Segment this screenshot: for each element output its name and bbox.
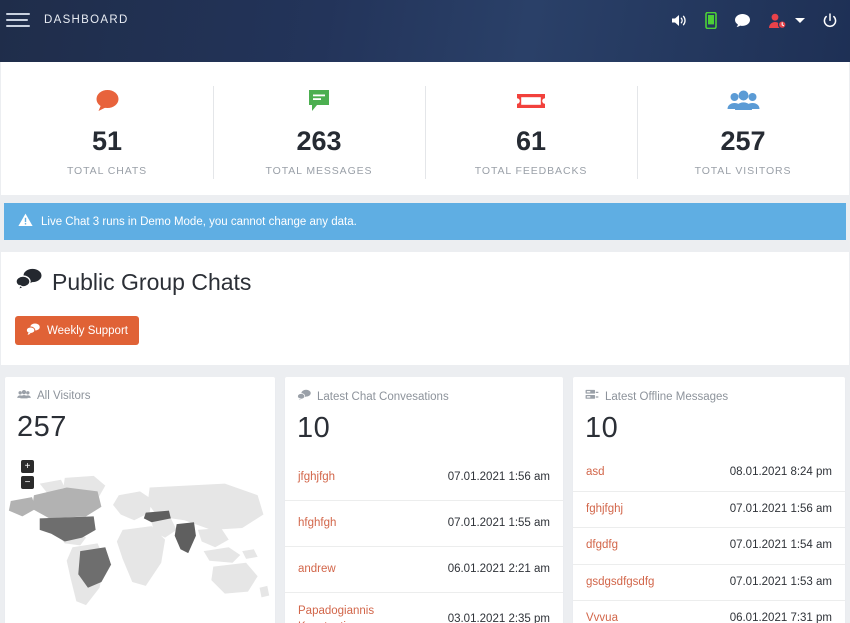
stat-label: TOTAL FEEDBACKS (474, 165, 588, 177)
table-row[interactable]: Vvvua 06.01.2021 7:31 pm (573, 601, 845, 623)
chat-name[interactable]: jfghjfgh (298, 470, 335, 486)
comment-icon[interactable] (734, 13, 751, 28)
panel-header: All Visitors (17, 389, 263, 403)
top-navbar: DASHBOARD (0, 0, 850, 62)
table-row[interactable]: andrew 06.01.2021 2:21 am (285, 547, 563, 593)
alert-text: Live Chat 3 runs in Demo Mode, you canno… (41, 215, 357, 228)
stat-label: TOTAL MESSAGES (265, 165, 373, 177)
page-title: Public Group Chats (15, 268, 835, 296)
warning-triangle-icon (18, 213, 33, 230)
table-row[interactable]: gsdgsdfgsdfg 07.01.2021 1:53 am (573, 565, 845, 602)
demo-mode-alert: Live Chat 3 runs in Demo Mode, you canno… (4, 203, 846, 240)
chat-bubble-icon (1, 86, 213, 116)
page-title-text: Public Group Chats (52, 268, 252, 295)
hamburger-icon[interactable] (6, 13, 30, 27)
panel-all-visitors: All Visitors 257 + − (5, 377, 275, 623)
visitors-map[interactable]: + − (5, 456, 275, 623)
table-row[interactable]: Papadogiannis Konstantinos 03.01.2021 2:… (285, 593, 563, 623)
offline-count: 10 (585, 412, 619, 444)
offline-name[interactable]: fghjfghj (586, 502, 623, 518)
world-map-svg (8, 475, 270, 606)
power-icon[interactable] (822, 12, 838, 29)
offline-date: 08.01.2021 8:24 pm (729, 466, 832, 478)
chat-date: 07.01.2021 1:55 am (447, 516, 550, 529)
offline-name[interactable]: Vvvua (586, 611, 618, 623)
panel-latest-offline-messages: Latest Offline Messages 10 asd 08.01.202… (573, 377, 845, 623)
offline-date: 07.01.2021 1:53 am (729, 575, 832, 588)
panel-title: Latest Offline Messages (605, 390, 729, 403)
map-zoom-out-button[interactable]: − (21, 476, 34, 489)
users-group-icon (637, 86, 849, 116)
chat-date: 03.01.2021 2:35 pm (447, 612, 550, 623)
dashboard-panels: All Visitors 257 + − Latest Chat Convesa… (0, 365, 850, 623)
stat-card-total-visitors: 257 TOTAL VISITORS (637, 80, 849, 179)
table-row[interactable]: hfghfgh 07.01.2021 1:55 am (285, 501, 563, 547)
stat-card-total-feedbacks: 61 TOTAL FEEDBACKS (425, 80, 637, 179)
stat-value: 257 (720, 126, 766, 156)
chevron-down-icon[interactable] (795, 18, 805, 23)
ticket-icon (425, 86, 637, 116)
table-row[interactable]: asd 08.01.2021 8:24 pm (573, 455, 845, 492)
users-group-icon (17, 389, 31, 403)
offline-date: 07.01.2021 1:56 am (729, 502, 832, 515)
table-row[interactable]: dfgdfg 07.01.2021 1:54 am (573, 528, 845, 565)
offline-name[interactable]: dfgdfg (586, 538, 618, 554)
panel-latest-chat-conversations: Latest Chat Convesations 10 jfghjfgh 07.… (285, 377, 563, 623)
alert-container: Live Chat 3 runs in Demo Mode, you canno… (0, 195, 850, 248)
chat-date: 07.01.2021 1:56 am (447, 470, 550, 483)
stats-strip: 51 TOTAL CHATS 263 TOTAL MESSAGES 61 TOT… (1, 62, 849, 195)
offline-name[interactable]: asd (586, 465, 605, 481)
offline-date: 06.01.2021 7:31 pm (729, 612, 832, 623)
stat-card-total-chats: 51 TOTAL CHATS (1, 80, 213, 179)
weekly-support-button[interactable]: Weekly Support (15, 316, 139, 345)
stat-value: 51 (91, 126, 123, 156)
weekly-support-label: Weekly Support (47, 324, 128, 337)
chat-rows-list: jfghjfgh 07.01.2021 1:56 am hfghfgh 07.0… (285, 445, 563, 623)
stat-label: TOTAL VISITORS (694, 165, 792, 177)
offline-name[interactable]: gsdgsdfgsdfg (586, 575, 654, 591)
table-row[interactable]: jfghjfgh 07.01.2021 1:56 am (285, 455, 563, 501)
stat-value: 263 (296, 126, 342, 156)
chat-icon (25, 323, 40, 338)
panel-title: All Visitors (37, 390, 91, 402)
stat-card-total-messages: 263 TOTAL MESSAGES (213, 80, 425, 179)
chats-count: 10 (297, 412, 331, 444)
chats-icon (15, 268, 42, 296)
chat-name[interactable]: Papadogiannis Konstantinos (298, 604, 408, 623)
visitors-count: 257 (17, 411, 67, 443)
table-row[interactable]: fghjfghj 07.01.2021 1:56 am (573, 492, 845, 529)
offline-date: 07.01.2021 1:54 am (729, 539, 832, 552)
chat-name[interactable]: andrew (298, 562, 336, 578)
map-zoom-controls: + − (21, 460, 34, 489)
navbar-actions (671, 12, 850, 29)
page-header-section: Public Group Chats Weekly Support (1, 252, 849, 365)
stat-value: 61 (515, 126, 547, 156)
volume-icon[interactable] (671, 13, 688, 28)
inbox-icon (585, 389, 599, 404)
stat-label: TOTAL CHATS (66, 165, 148, 177)
map-zoom-in-button[interactable]: + (21, 460, 34, 473)
chats-icon (297, 389, 311, 404)
mobile-icon[interactable] (705, 12, 717, 29)
panel-header: Latest Offline Messages (585, 389, 833, 404)
chat-name[interactable]: hfghfgh (298, 516, 336, 532)
message-lines-icon (213, 86, 425, 116)
page-title-nav: DASHBOARD (44, 14, 129, 26)
user-clock-icon[interactable] (768, 13, 787, 29)
chat-date: 06.01.2021 2:21 am (447, 562, 550, 575)
panel-title: Latest Chat Convesations (317, 390, 449, 403)
panel-header: Latest Chat Convesations (297, 389, 551, 404)
offline-rows-list: asd 08.01.2021 8:24 pm fghjfghj 07.01.20… (573, 445, 845, 623)
